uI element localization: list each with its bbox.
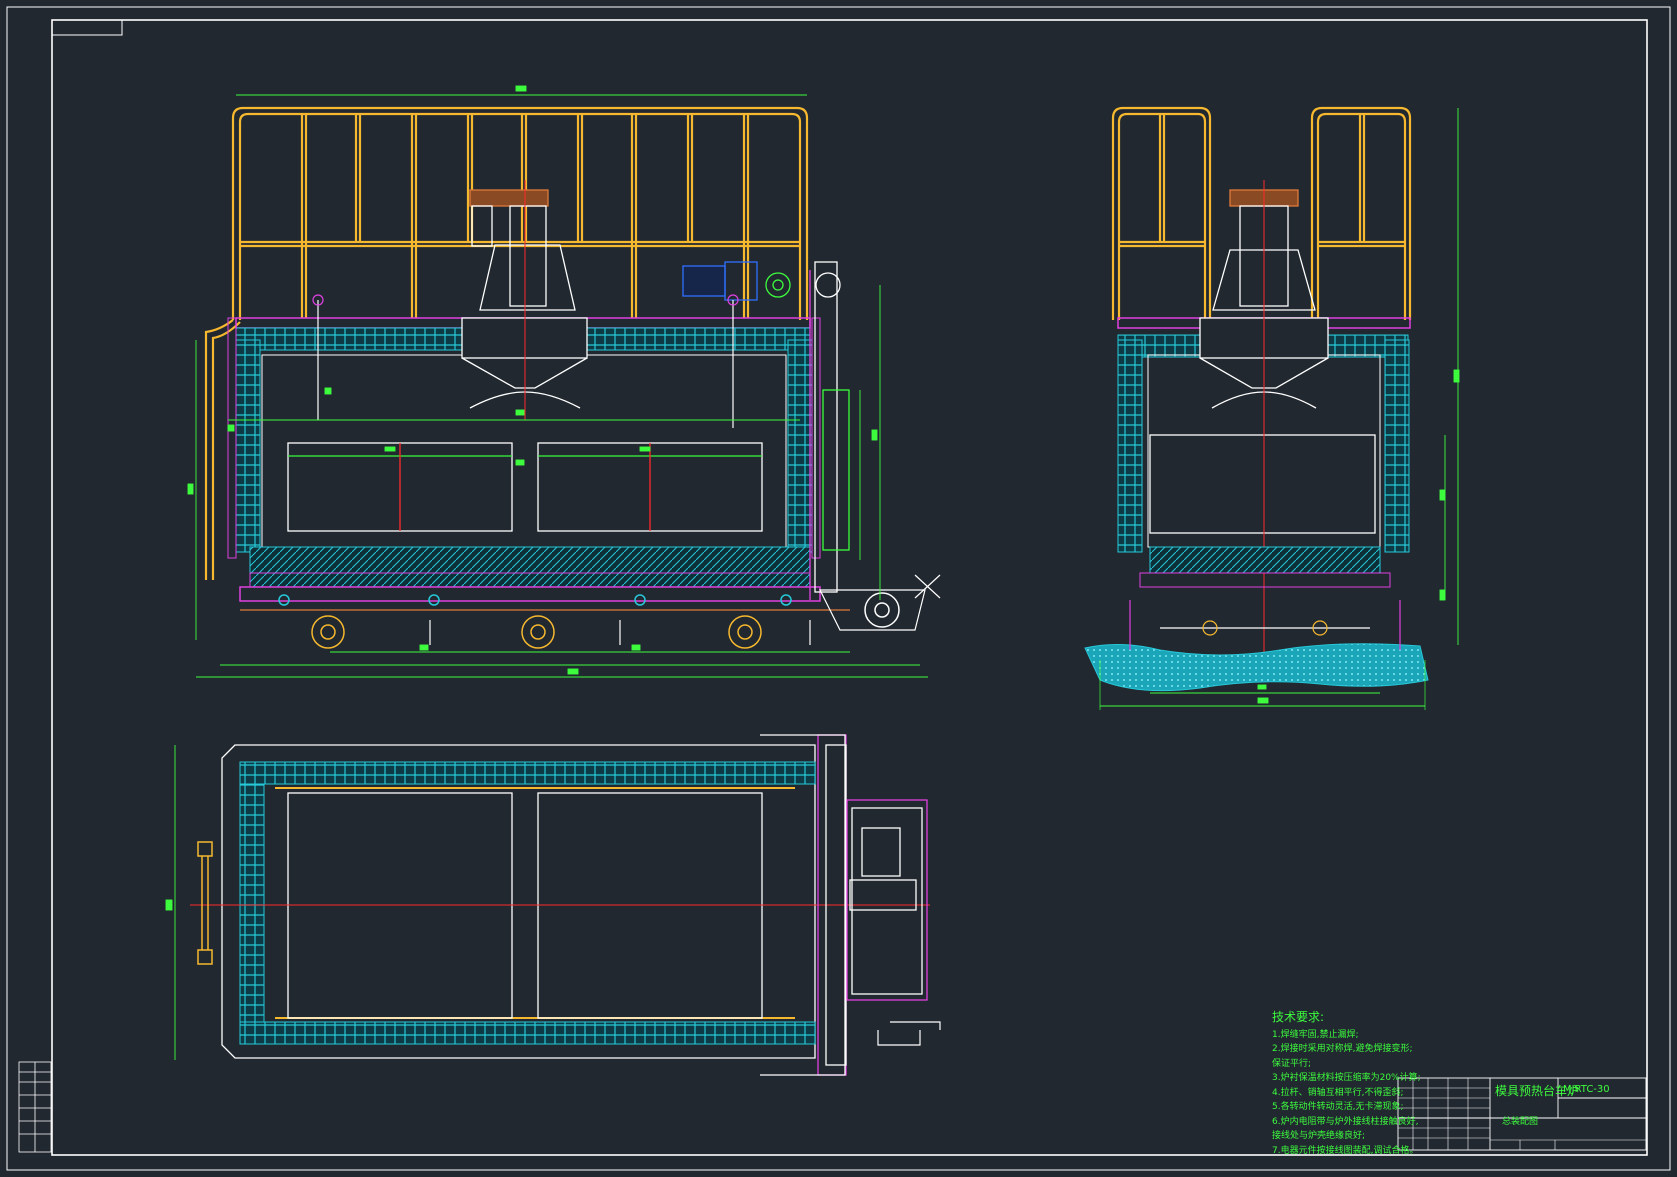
load-baskets	[287, 442, 763, 532]
revision-strip	[18, 1061, 52, 1153]
drawing-sub-label: 总装配图	[1502, 1115, 1538, 1127]
technical-requirement-line: 2.焊接时采用对称焊,避免焊接变形;	[1272, 1044, 1413, 1054]
wheel-icon	[864, 592, 900, 628]
front-view	[187, 85, 941, 678]
technical-requirements-heading: 技术要求:	[1272, 1010, 1325, 1024]
technical-requirement-line: 5.各转动件转动灵活,无卡滞现象;	[1272, 1102, 1404, 1112]
technical-requirement-line: 3.炉衬保温材料按压缩率为20%计算;	[1272, 1073, 1421, 1083]
side-railing	[1111, 106, 1412, 320]
cad-drawing: 模具预热台车炉 MJRTC-30 总装配图	[6, 6, 1671, 1171]
foundation	[1084, 643, 1429, 692]
technical-requirement-line: 4.拉杆、销轴互相平行,不得歪斜;	[1272, 1087, 1404, 1098]
technical-requirement-line: 1.焊缝牢固,禁止漏焊;	[1272, 1029, 1359, 1040]
technical-requirement-line: 7.电器元件按接线图装配,调试合格。	[1272, 1145, 1419, 1156]
technical-requirement-line: 保证平行;	[1272, 1058, 1312, 1069]
door-handle	[197, 841, 213, 965]
technical-requirement-line: 6.炉内电阻带与炉外接线柱接触良好,	[1272, 1116, 1419, 1127]
drawing-number: MJRTC-30	[1563, 1084, 1610, 1095]
technical-requirement-line: 接线处与炉壳绝缘良好;	[1272, 1131, 1366, 1141]
side-view	[1084, 106, 1460, 710]
wheel-icon	[521, 615, 555, 649]
wheel-icon	[311, 615, 345, 649]
front-dimensions	[187, 85, 928, 678]
plan-view	[165, 734, 941, 1076]
technical-requirements: 技术要求: 1.焊缝牢固,禁止漏焊; 2.焊接时采用对称焊,避免焊接变形; 保证…	[1272, 1010, 1422, 1158]
motor-icon	[861, 827, 901, 877]
motor-icon	[682, 265, 726, 297]
wheel-icon	[728, 615, 762, 649]
